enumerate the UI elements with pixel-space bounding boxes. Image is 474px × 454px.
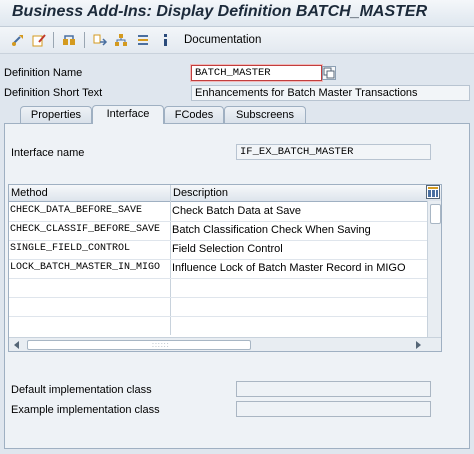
- copy-icon[interactable]: [322, 66, 336, 80]
- default-implementation-class-field[interactable]: [236, 381, 431, 397]
- definition-name-label: Definition Name: [4, 67, 83, 79]
- definition-name-field[interactable]: BATCH_MASTER: [191, 65, 322, 81]
- method-cell: SINGLE_FIELD_CONTROL: [10, 243, 131, 254]
- method-cell: CHECK_CLASSIF_BEFORE_SAVE: [10, 224, 161, 235]
- tab-interface[interactable]: Interface: [92, 105, 164, 124]
- methods-table: Method Description CHECK_DATA_BEFORE_SAV…: [8, 184, 442, 352]
- interface-name-field[interactable]: IF_EX_BATCH_MASTER: [236, 144, 431, 160]
- column-header-method[interactable]: Method: [11, 187, 48, 199]
- definition-short-text-label: Definition Short Text: [4, 87, 103, 99]
- table-row[interactable]: SINGLE_FIELD_CONTROL Field Selection Con…: [9, 240, 427, 260]
- vertical-scrollbar[interactable]: [427, 201, 441, 337]
- table-row[interactable]: LOCK_BATCH_MASTER_IN_MIGO Influence Lock…: [9, 259, 427, 279]
- tab-subscreens[interactable]: Subscreens: [224, 106, 306, 123]
- description-cell: Batch Classification Check When Saving: [172, 224, 371, 236]
- table-header: Method Description: [9, 185, 441, 202]
- table-row[interactable]: CHECK_DATA_BEFORE_SAVE Check Batch Data …: [9, 202, 427, 222]
- description-cell: Field Selection Control: [172, 243, 283, 255]
- tab-properties[interactable]: Properties: [20, 106, 92, 123]
- info-icon[interactable]: [158, 32, 174, 48]
- horizontal-scrollbar[interactable]: ::::::: [9, 337, 441, 351]
- hierarchy-icon[interactable]: [113, 32, 129, 48]
- toolbar-separator: [53, 32, 54, 48]
- tab-fcodes[interactable]: FCodes: [164, 106, 224, 123]
- toolbar-separator: [84, 32, 85, 48]
- empty-table-row: [9, 278, 427, 298]
- scroll-right-icon[interactable]: [416, 341, 421, 349]
- object-list-icon[interactable]: [61, 32, 77, 48]
- vertical-scroll-thumb[interactable]: [430, 204, 441, 224]
- definition-short-text-field[interactable]: Enhancements for Batch Master Transactio…: [191, 85, 470, 101]
- example-implementation-class-label: Example implementation class: [11, 404, 160, 416]
- documentation-button[interactable]: Documentation: [184, 34, 261, 46]
- description-cell: Check Batch Data at Save: [172, 205, 302, 217]
- horizontal-scroll-thumb[interactable]: ::::::: [27, 340, 251, 350]
- interface-name-label: Interface name: [11, 147, 85, 159]
- navigation-icon[interactable]: [135, 32, 151, 48]
- table-row[interactable]: CHECK_CLASSIF_BEFORE_SAVE Batch Classifi…: [9, 221, 427, 241]
- method-cell: LOCK_BATCH_MASTER_IN_MIGO: [10, 262, 161, 273]
- other-object-icon[interactable]: [10, 32, 26, 48]
- method-cell: CHECK_DATA_BEFORE_SAVE: [10, 205, 143, 216]
- default-implementation-class-label: Default implementation class: [11, 384, 152, 396]
- empty-table-row: [9, 316, 427, 335]
- where-used-icon[interactable]: [92, 32, 108, 48]
- scroll-left-icon[interactable]: [14, 341, 19, 349]
- description-cell: Influence Lock of Batch Master Record in…: [172, 262, 406, 274]
- window-title: Business Add-Ins: Display Definition BAT…: [12, 3, 428, 20]
- empty-table-row: [9, 297, 427, 317]
- title-bar: Business Add-Ins: Display Definition BAT…: [0, 0, 474, 27]
- example-implementation-class-field[interactable]: [236, 401, 431, 417]
- display-change-icon[interactable]: [31, 32, 47, 48]
- column-header-description[interactable]: Description: [173, 187, 228, 199]
- table-layout-icon[interactable]: [426, 185, 440, 199]
- application-toolbar: Documentation: [0, 27, 474, 54]
